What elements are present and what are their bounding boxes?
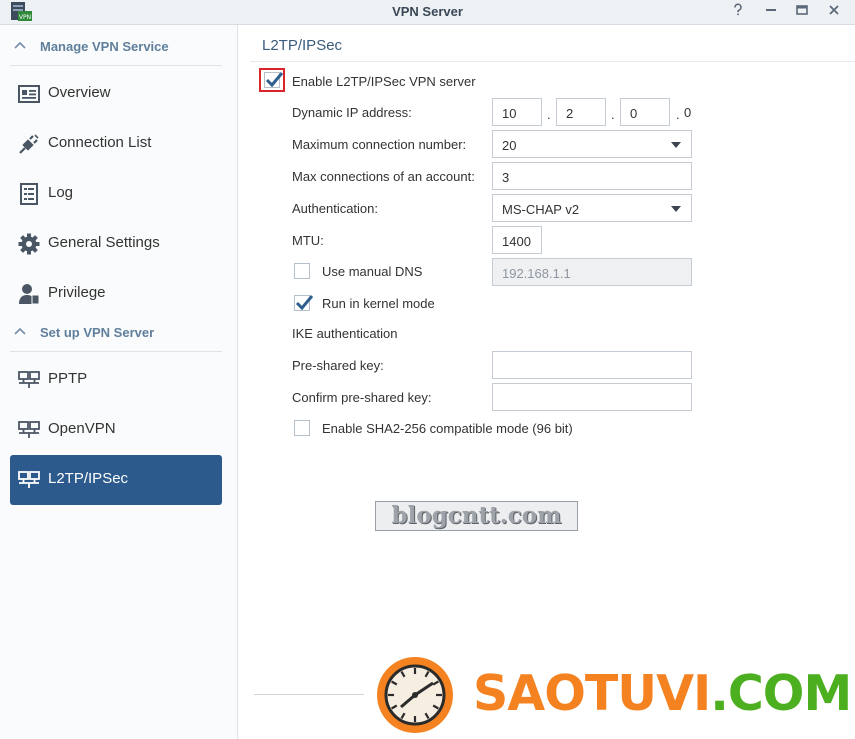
manual-dns-input[interactable]: 192.168.1.1: [492, 258, 692, 286]
network-icon: [18, 421, 40, 438]
sidebar-item-general-settings[interactable]: General Settings: [10, 219, 222, 269]
checkmark-icon: [295, 295, 314, 311]
sha2-mode-label: Enable SHA2-256 compatible mode (96 bit): [322, 421, 573, 436]
kernel-mode-checkbox[interactable]: [294, 295, 314, 311]
enable-server-checkbox[interactable]: [264, 72, 284, 88]
chevron-up-icon: [14, 327, 26, 335]
section-manage-vpn-service[interactable]: Manage VPN Service: [10, 29, 222, 66]
max-account-connections-input[interactable]: 3: [492, 162, 692, 190]
ike-authentication-heading: IKE authentication: [292, 326, 398, 341]
blogcntt-watermark: blogcntt.com: [375, 501, 578, 531]
sidebar-item-log[interactable]: Log: [10, 169, 222, 219]
dropdown-arrow-icon: [671, 142, 681, 148]
overview-icon: [18, 85, 40, 103]
authentication-label: Authentication:: [292, 201, 379, 216]
authentication-select[interactable]: MS-CHAP v2: [492, 194, 692, 222]
confirm-pre-shared-key-label: Confirm pre-shared key:: [292, 390, 432, 405]
divider: [250, 61, 855, 62]
sidebar-item-l2tp-ipsec[interactable]: L2TP/IPSec: [10, 455, 222, 505]
close-button[interactable]: [825, 3, 843, 21]
sidebar-item-label: General Settings: [48, 234, 160, 251]
sidebar-item-connection-list[interactable]: Connection List: [10, 119, 222, 169]
sidebar-item-label: Log: [48, 184, 74, 201]
minimize-icon: [766, 9, 776, 11]
dropdown-arrow-icon: [671, 206, 681, 212]
section-label: Manage VPN Service: [40, 39, 169, 54]
sidebar-item-label: OpenVPN: [48, 420, 116, 437]
main-panel: L2TP/IPSec Enable L2TP/IPSec VPN server …: [238, 25, 855, 739]
ip-separator: .: [611, 107, 615, 122]
ip-separator: .: [676, 107, 680, 122]
manual-dns-label: Use manual DNS: [322, 264, 423, 279]
chevron-up-icon: [14, 41, 26, 49]
max-connection-select[interactable]: 20: [492, 130, 692, 158]
close-icon: [829, 5, 839, 15]
pre-shared-key-input[interactable]: [492, 351, 692, 379]
network-icon: [18, 371, 40, 388]
help-button[interactable]: [729, 3, 747, 21]
minimize-button[interactable]: [762, 3, 780, 21]
user-icon: [19, 284, 40, 305]
sidebar-item-overview[interactable]: Overview: [10, 69, 222, 119]
section-label: Set up VPN Server: [40, 325, 155, 340]
ip-octet-1-input[interactable]: 10: [492, 98, 542, 126]
manual-dns-checkbox[interactable]: [294, 263, 310, 279]
selected-value: 20: [502, 138, 517, 153]
checkmark-icon: [265, 72, 284, 88]
help-icon: [734, 3, 742, 16]
saotuvi-watermark: SAOTUVI.COM: [473, 665, 852, 722]
ip-separator: .: [547, 107, 551, 122]
gear-icon: [18, 233, 40, 255]
ip-octet-2-input[interactable]: 2: [556, 98, 606, 126]
window-title: VPN Server: [392, 4, 463, 19]
mtu-label: MTU:: [292, 233, 324, 248]
ip-octet-4-value: 0: [684, 105, 692, 120]
sha2-mode-checkbox[interactable]: [294, 420, 310, 436]
sidebar-item-label: L2TP/IPSec: [48, 470, 129, 487]
section-set-up-vpn-server[interactable]: Set up VPN Server: [10, 315, 222, 352]
mtu-input[interactable]: 1400: [492, 226, 542, 254]
ip-octet-3-input[interactable]: 0: [620, 98, 670, 126]
sidebar-item-privilege[interactable]: Privilege: [10, 269, 222, 319]
log-icon: [20, 183, 38, 205]
network-icon: [18, 471, 40, 488]
saotuvi-text: SAOTUVI: [473, 665, 711, 722]
selected-value: MS-CHAP v2: [502, 202, 580, 217]
confirm-pre-shared-key-input[interactable]: [492, 383, 692, 411]
maximize-icon: [796, 5, 808, 15]
maximize-button[interactable]: [793, 3, 811, 21]
sidebar: Manage VPN Service Overview Connection L…: [0, 25, 238, 739]
sidebar-item-label: Overview: [48, 84, 111, 101]
max-account-connections-label: Max connections of an account:: [292, 169, 475, 184]
sidebar-item-label: Connection List: [48, 134, 152, 151]
enable-server-label: Enable L2TP/IPSec VPN server: [292, 74, 476, 89]
sidebar-item-pptp[interactable]: PPTP: [10, 355, 222, 405]
divider: [254, 694, 364, 695]
max-connection-label: Maximum connection number:: [292, 137, 467, 152]
sidebar-item-openvpn[interactable]: OpenVPN: [10, 405, 222, 455]
sidebar-item-label: Privilege: [48, 284, 106, 301]
clock-logo-icon: [377, 657, 453, 733]
dynamic-ip-label: Dynamic IP address:: [292, 105, 412, 120]
plug-icon: [19, 134, 39, 154]
kernel-mode-label: Run in kernel mode: [322, 296, 435, 311]
pre-shared-key-label: Pre-shared key:: [292, 358, 384, 373]
com-text: .COM: [710, 665, 852, 722]
sidebar-item-label: PPTP: [48, 370, 88, 387]
title-bar: VPN VPN Server: [0, 0, 855, 25]
page-title: L2TP/IPSec: [262, 37, 343, 54]
